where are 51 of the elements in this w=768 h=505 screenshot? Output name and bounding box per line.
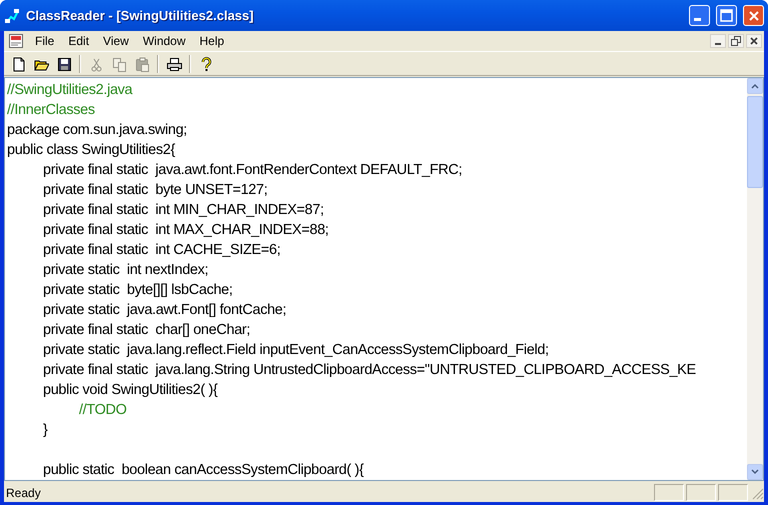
minimize-icon: [694, 18, 701, 21]
app-icon: [4, 8, 20, 24]
code-line: private final static java.awt.font.FontRenderContext DEFAULT_FRC;: [43, 161, 464, 180]
menu-item[interactable]: Window: [136, 32, 193, 50]
close-icon: [750, 37, 758, 45]
window-title: ClassReader - [SwingUtilities2.class]: [26, 8, 255, 23]
menu-item[interactable]: Help: [192, 32, 232, 50]
restore-icon: [731, 36, 741, 46]
code-line: private final static int MAX_CHAR_INDEX=88;: [43, 221, 330, 240]
code-line: private final static int CACHE_SIZE=6;: [43, 241, 282, 260]
status-pane: [654, 484, 684, 501]
code-line: }: [43, 421, 49, 440]
code-line: package com.sun.java.swing;: [7, 121, 188, 140]
code-line: private final static byte UNSET=127;: [43, 181, 268, 200]
restore-button[interactable]: [728, 34, 744, 48]
menu-item[interactable]: View: [96, 32, 136, 50]
code-line: private final static char[] oneChar;: [43, 321, 252, 340]
code-line: public static boolean canAccessSystemClipboard( ){: [43, 461, 365, 480]
vertical-scrollbar[interactable]: [747, 78, 763, 480]
status-pane: [686, 484, 716, 501]
close-icon: [748, 10, 760, 22]
code-comment: //InnerClasses: [7, 101, 96, 120]
copy-icon: [111, 56, 127, 72]
menu-item[interactable]: Edit: [61, 32, 96, 50]
minimize-button[interactable]: [710, 34, 726, 48]
scroll-up-button[interactable]: [747, 78, 763, 94]
code-line: public class SwingUtilities2{: [7, 141, 176, 160]
caret-up-icon: [751, 83, 759, 89]
code-line: private final static java.lang.String UntrustedClipboardAccess="UNTRUSTED_CLIPBOARD_ACCESS_KE: [43, 361, 697, 380]
scroll-thumb[interactable]: [747, 96, 763, 188]
code-comment: //TODO: [79, 401, 128, 420]
print-icon: [166, 56, 182, 72]
code-line: private static byte[][] lsbCache;: [43, 281, 234, 300]
code-line: private final static int MIN_CHAR_INDEX=87;: [43, 201, 325, 220]
code-line: private static java.lang.reflect.Field inputEvent_CanAccessSystemClipboard_Field;: [43, 341, 550, 360]
code-line: public void SwingUtilities2( ){: [43, 381, 219, 400]
maximize-button[interactable]: [716, 5, 737, 26]
document-icon: [8, 33, 24, 49]
code-line: private static int nextIndex;: [43, 261, 210, 280]
caret-down-icon: [751, 469, 759, 475]
code-comment: //SwingUtilities2.java: [7, 81, 134, 100]
status-pane: [718, 484, 748, 501]
status-text: Ready: [5, 486, 42, 500]
scroll-down-button[interactable]: [747, 464, 763, 480]
maximize-icon: [720, 9, 733, 22]
code-line: private static java.awt.Font[] fontCache;: [43, 301, 288, 320]
save-icon: [56, 56, 72, 72]
menu-item[interactable]: File: [28, 32, 62, 50]
paste-icon: [134, 56, 150, 72]
resize-grip-icon[interactable]: [750, 486, 764, 500]
close-button[interactable]: [746, 34, 762, 48]
